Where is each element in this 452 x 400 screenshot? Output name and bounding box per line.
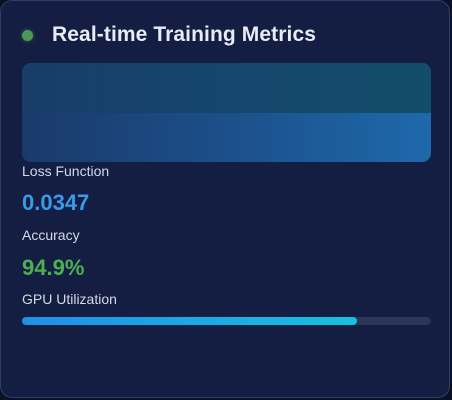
- card-header: Real-time Training Metrics: [22, 20, 316, 50]
- card-title: Real-time Training Metrics: [52, 23, 317, 46]
- loss-function-label: Loss Function: [22, 163, 110, 179]
- accuracy-value: 94.9%: [22, 255, 85, 280]
- loss-function-value: 0.0347: [22, 190, 90, 215]
- gpu-utilization-bar: [22, 317, 431, 325]
- visualization-band-top: [22, 63, 431, 113]
- gpu-utilization-bar-fill: [22, 317, 358, 325]
- status-indicator-icon: [22, 29, 33, 41]
- training-metrics-card: Real-time Training Metrics Loss Function…: [0, 0, 450, 398]
- gpu-utilization-label: GPU Utilization: [22, 291, 117, 307]
- metrics-visualization-panel: [22, 63, 431, 162]
- accuracy-label: Accuracy: [22, 227, 80, 243]
- visualization-band-bottom: [22, 113, 431, 162]
